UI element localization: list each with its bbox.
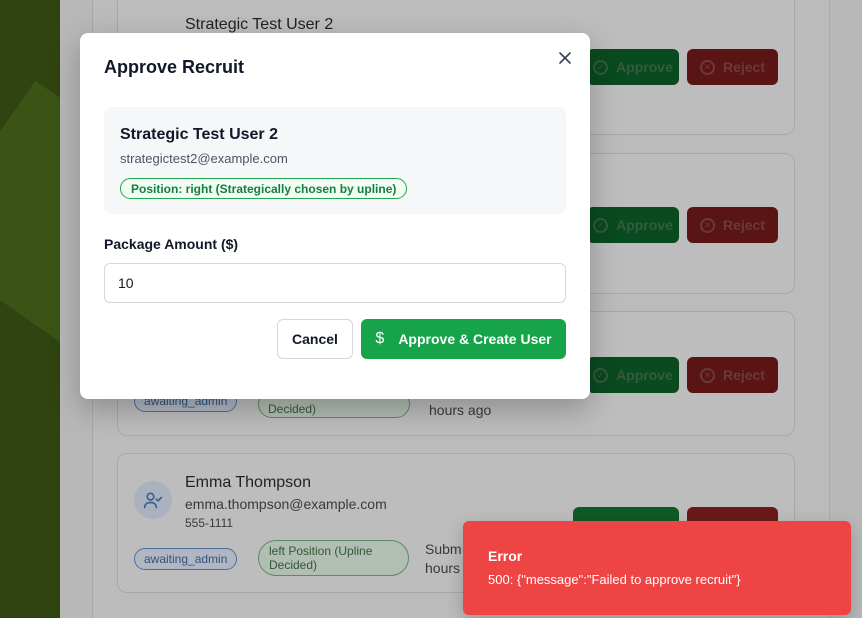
approve-create-user-button[interactable]: $ Approve & Create User	[361, 319, 566, 359]
recruit-phone: 555-1111	[185, 516, 234, 530]
approve-button[interactable]: ✓ Approve	[587, 49, 679, 85]
toast-message: 500: {"message":"Failed to approve recru…	[488, 572, 741, 587]
reject-button-label: Reject	[722, 217, 766, 233]
recruit-name: Emma Thompson	[185, 474, 311, 491]
position-badge: left Position (Upline Decided)	[258, 540, 409, 576]
reject-button[interactable]: ✕ Reject	[687, 49, 778, 85]
recruit-email: emma.thompson@example.com	[185, 496, 387, 512]
x-circle-icon: ✕	[699, 59, 715, 75]
reject-button[interactable]: ✕ Reject	[687, 207, 778, 243]
reject-button[interactable]: ✕ Reject	[687, 357, 778, 393]
reject-button-label: Reject	[722, 367, 766, 383]
package-amount-input[interactable]	[104, 263, 566, 303]
reject-button-label: Reject	[722, 59, 766, 75]
dialog-title: Approve Recruit	[104, 57, 245, 77]
user-check-icon	[134, 481, 172, 519]
sidebar-strip	[0, 0, 60, 618]
check-circle-icon: ✓	[593, 217, 609, 233]
recruit-name: Strategic Test User 2	[185, 16, 334, 33]
dollar-sign-icon: $	[375, 330, 385, 347]
approve-button-label: Approve & Create User	[398, 331, 552, 347]
approve-button-label: Approve	[616, 367, 673, 383]
approve-button[interactable]: ✓ Approve	[587, 357, 679, 393]
status-badge: awaiting_admin	[134, 548, 238, 570]
close-icon	[559, 52, 571, 64]
recruit-name: Strategic Test User 2	[120, 126, 278, 143]
submitted-time: Subm	[425, 541, 462, 557]
approve-button-label: Approve	[616, 217, 673, 233]
error-toast: Error 500: {"message":"Failed to approve…	[463, 521, 851, 615]
close-button[interactable]	[556, 49, 574, 67]
approve-button[interactable]: ✓ Approve	[587, 207, 679, 243]
position-badge: Position: right (Strategically chosen by…	[120, 178, 408, 199]
check-circle-icon: ✓	[593, 59, 609, 75]
submitted-time: hours ago	[429, 402, 492, 418]
recruit-summary: Strategic Test User 2 strategictest2@exa…	[104, 107, 566, 214]
recruit-email: strategictest2@example.com	[120, 151, 288, 166]
submitted-time: hours	[425, 560, 461, 576]
approve-button-label: Approve	[616, 59, 673, 75]
cancel-button[interactable]: Cancel	[277, 319, 353, 359]
x-circle-icon: ✕	[699, 217, 715, 233]
approve-recruit-dialog: Approve Recruit Strategic Test User 2 st…	[80, 33, 590, 399]
package-amount-label: Package Amount ($)	[104, 236, 239, 252]
sidebar-decoration	[0, 80, 60, 360]
toast-title: Error	[488, 548, 523, 564]
x-circle-icon: ✕	[699, 367, 715, 383]
check-circle-icon: ✓	[593, 367, 609, 383]
